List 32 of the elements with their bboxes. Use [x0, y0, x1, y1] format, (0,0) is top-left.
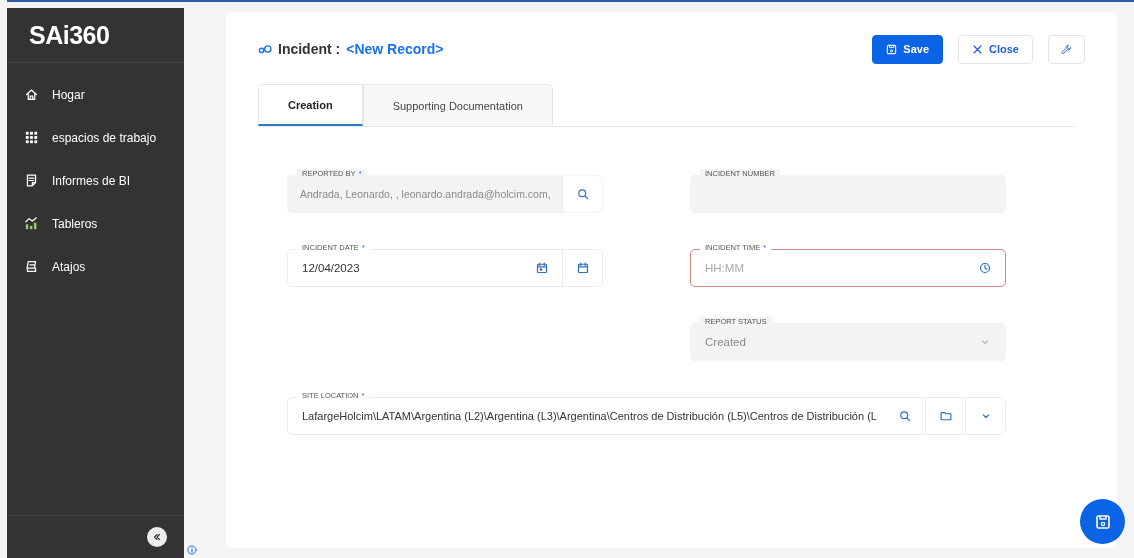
shortcut-icon: [25, 260, 38, 273]
tab[interactable]: Creation: [258, 84, 363, 126]
calendar-icon: [576, 262, 589, 274]
sidebar-item[interactable]: Hogar: [7, 73, 184, 116]
record-title: Incident :: [278, 41, 341, 57]
info-icon: [187, 545, 197, 555]
document-icon: [25, 174, 38, 187]
settings-button[interactable]: [1048, 34, 1085, 64]
double-chevron-icon: [152, 532, 162, 542]
grid-icon: [25, 131, 38, 144]
wrench-icon: [1061, 43, 1072, 55]
sidebar-item[interactable]: Atajos: [7, 245, 184, 288]
chart-icon: [25, 217, 38, 230]
tab[interactable]: Supporting Documentation: [362, 84, 553, 126]
calendar-day-icon: [536, 262, 548, 274]
link-icon: [258, 44, 272, 54]
folder-icon: [939, 410, 952, 422]
clock-icon: [979, 262, 991, 274]
save-button[interactable]: Save: [872, 34, 944, 64]
close-button[interactable]: Close: [958, 34, 1033, 64]
input-field[interactable]: 12/04/2023: [287, 249, 603, 287]
home-icon: [25, 88, 38, 101]
search-icon: [576, 188, 589, 200]
record-name: <New Record>: [346, 41, 444, 57]
collapse-button[interactable]: [147, 527, 167, 547]
search-icon: [899, 410, 911, 422]
sidebar-item[interactable]: Tableros: [7, 202, 184, 245]
sidebar-item[interactable]: Informes de BI: [7, 159, 184, 202]
close-icon: [972, 43, 984, 55]
logo: SAi360: [7, 8, 184, 63]
input-field[interactable]: LafargeHolcim\LATAM\Argentina (L2)\Argentina (L3)\Argentina\Centros de Distribución (L5)\Centros de Distribución (L: [287, 397, 1006, 435]
sidebar-item[interactable]: espacios de trabajo: [7, 116, 184, 159]
